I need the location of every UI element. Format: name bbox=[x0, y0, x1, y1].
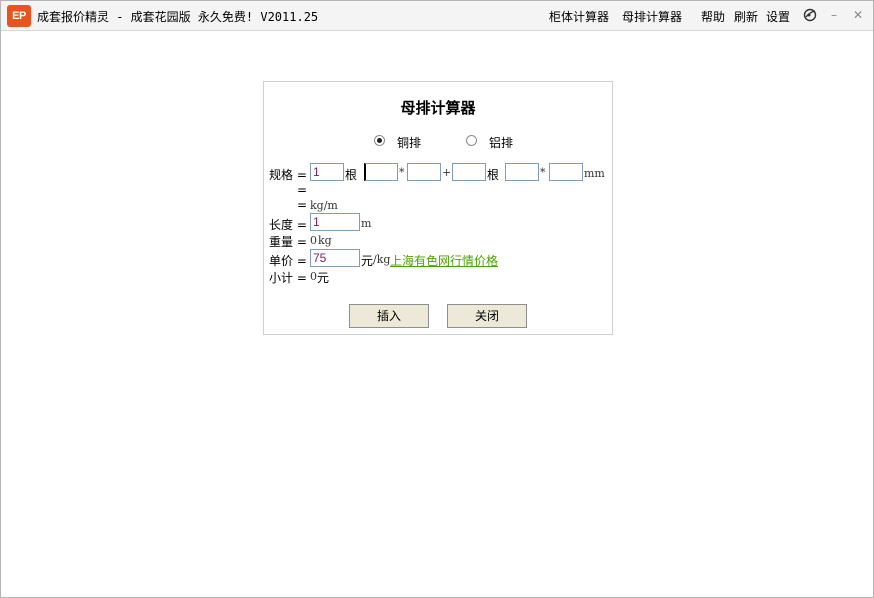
spec-times-1: * bbox=[399, 166, 405, 179]
spec-count-input[interactable]: 1 bbox=[310, 163, 344, 181]
spec-thickness-input[interactable] bbox=[407, 163, 441, 181]
copper-label: 铜排 bbox=[397, 136, 422, 150]
spec-count2-unit: 根 bbox=[487, 168, 500, 182]
unit-price-yuan: 元 bbox=[361, 254, 374, 268]
weight-unit: kg bbox=[318, 234, 332, 247]
length-unit: m bbox=[361, 217, 372, 230]
skin-icon[interactable] bbox=[803, 8, 817, 22]
weight-label: 重量 = bbox=[269, 235, 307, 249]
aluminum-label: 铝排 bbox=[489, 136, 514, 150]
spec-label: 规格 = bbox=[269, 168, 307, 182]
density-equals: = bbox=[297, 198, 308, 212]
aluminum-radio[interactable] bbox=[466, 135, 477, 146]
subtotal-unit: 元 bbox=[317, 271, 330, 285]
market-price-link[interactable]: 上海有色网行情价格 bbox=[390, 252, 498, 269]
menu-cabinet-calculator[interactable]: 柜体计算器 bbox=[549, 8, 609, 25]
length-label: 长度 = bbox=[269, 218, 307, 232]
density-unit: kg/m bbox=[310, 199, 338, 212]
insert-button[interactable]: 插入 bbox=[349, 304, 429, 328]
busbar-calculator-panel: 母排计算器 铜排 铝排 规格 = 1 根 * + 根 * mm = = kg/m… bbox=[263, 81, 613, 335]
close-button[interactable]: 关闭 bbox=[447, 304, 527, 328]
spec-plus: + bbox=[442, 166, 452, 179]
spec-width-input[interactable] bbox=[364, 163, 398, 181]
title-bar: EP 成套报价精灵 - 成套花园版 永久免费! V2011.25 柜体计算器 母… bbox=[1, 1, 873, 31]
close-window-button[interactable]: ✕ bbox=[849, 6, 867, 24]
menu-help[interactable]: 帮助 bbox=[701, 8, 725, 25]
spec-times-2: * bbox=[540, 166, 546, 179]
subtotal-value: 0 bbox=[310, 270, 317, 283]
length-input[interactable]: 1 bbox=[310, 213, 360, 231]
unit-price-label: 单价 = bbox=[269, 254, 307, 268]
spec-equals-line: = bbox=[297, 183, 308, 197]
spec-width2-input[interactable] bbox=[505, 163, 539, 181]
minimize-button[interactable]: – bbox=[825, 6, 843, 24]
copper-radio[interactable] bbox=[374, 135, 385, 146]
panel-title: 母排计算器 bbox=[400, 99, 476, 117]
menu-settings[interactable]: 设置 bbox=[766, 8, 790, 25]
spec-count2-input[interactable] bbox=[452, 163, 486, 181]
unit-price-input[interactable]: 75 bbox=[310, 249, 360, 267]
app-window: EP 成套报价精灵 - 成套花园版 永久免费! V2011.25 柜体计算器 母… bbox=[0, 0, 874, 598]
app-logo: EP bbox=[7, 5, 31, 27]
unit-price-per-kg: /kg bbox=[373, 253, 391, 266]
spec-unit: mm bbox=[584, 167, 605, 180]
weight-value: 0 bbox=[310, 234, 317, 247]
spec-count-unit: 根 bbox=[345, 168, 358, 182]
spec-thickness2-input[interactable] bbox=[549, 163, 583, 181]
menu-busbar-calculator[interactable]: 母排计算器 bbox=[622, 8, 682, 25]
app-title: 成套报价精灵 - 成套花园版 永久免费! V2011.25 bbox=[37, 10, 319, 24]
menu-refresh[interactable]: 刷新 bbox=[734, 8, 758, 25]
subtotal-label: 小计 = bbox=[269, 271, 307, 285]
